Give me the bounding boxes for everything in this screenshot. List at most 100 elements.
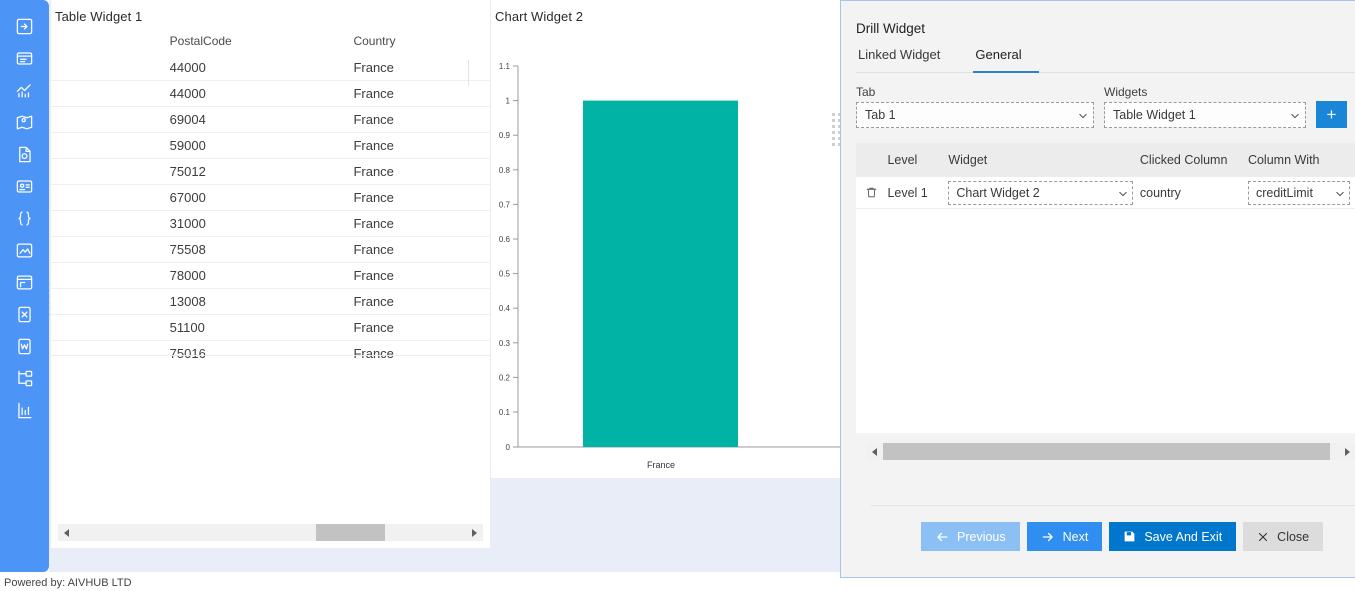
left-toolbar <box>0 0 49 572</box>
arrow-left-icon <box>937 532 948 541</box>
id-card-icon[interactable] <box>9 170 41 202</box>
cell-blank <box>51 55 170 81</box>
map-icon[interactable] <box>9 106 41 138</box>
save-and-exit-button[interactable]: Save And Exit <box>1109 522 1237 551</box>
table-row[interactable]: 75012 France <box>51 158 490 185</box>
word-icon[interactable] <box>9 330 41 362</box>
widgets-select[interactable]: Table Widget 1 <box>1104 102 1306 128</box>
row-column-with-select[interactable]: creditLimit <box>1247 180 1350 205</box>
save-and-exit-button-label: Save And Exit <box>1144 529 1223 544</box>
bar-france[interactable] <box>583 100 738 447</box>
svg-text:1: 1 <box>506 97 511 106</box>
table-header-row: PostalCode Country <box>51 30 490 55</box>
svg-text:0.4: 0.4 <box>499 304 511 313</box>
table-row[interactable]: 31000 France <box>51 210 490 237</box>
row-widget-cell: Chart Widget 2 <box>948 180 1140 205</box>
arrow-right-icon <box>1042 532 1053 541</box>
bar-stats-icon[interactable] <box>9 394 41 426</box>
layout-icon[interactable] <box>9 42 41 74</box>
row-widget-select[interactable]: Chart Widget 2 <box>948 180 1134 205</box>
grid-header-level: Level <box>887 153 918 167</box>
export-icon[interactable] <box>9 10 41 42</box>
level-label: Level 1 <box>887 185 928 200</box>
row-clicked-column-value: country <box>1139 185 1181 200</box>
previous-button[interactable]: Previous <box>921 522 1020 551</box>
x-tick-label-france: France <box>647 460 675 470</box>
delete-level-button[interactable] <box>856 186 887 199</box>
scroll-left-arrow[interactable] <box>866 443 883 460</box>
table-row[interactable]: 13008 France <box>51 288 490 315</box>
table-row[interactable]: 75508 France <box>51 236 490 263</box>
cell-country: France <box>353 106 490 133</box>
trash-icon <box>866 187 877 198</box>
analytics-icon[interactable] <box>9 74 41 106</box>
drill-grid-row: Level 1 Chart Widget 2 country creditLim… <box>856 177 1355 209</box>
cell-postalcode: 13008 <box>169 288 354 315</box>
document-check-icon[interactable] <box>9 138 41 170</box>
cell-country: France <box>353 184 490 211</box>
chart-plot-area: 1.1 1 0.9 0.8 0.7 0.6 0.5 0.4 0.3 0.2 0.… <box>491 30 840 476</box>
cell-country: France <box>353 262 490 289</box>
column-header-country[interactable]: Country <box>353 30 490 55</box>
excel-icon[interactable] <box>9 298 41 330</box>
table-row[interactable]: 44000 France <box>51 80 490 107</box>
widgets-select-value: Table Widget 1 <box>1113 108 1196 122</box>
previous-button-label: Previous <box>957 529 1006 544</box>
add-level-button[interactable]: + <box>1316 101 1347 128</box>
row-widget-value: Chart Widget 2 <box>956 185 1040 200</box>
app-root: Table Widget 1 PostalCode Country 44000 F… <box>0 0 1355 591</box>
drill-grid-horizontal-scrollbar[interactable] <box>866 443 1355 460</box>
drill-fields-row: Tab Tab 1 Widgets Table Widget 1 + <box>856 73 1355 128</box>
table-row[interactable]: 78000 France <box>51 262 490 289</box>
row-column-with-value: creditLimit <box>1255 185 1313 200</box>
image-chart-icon[interactable] <box>9 234 41 266</box>
cell-blank <box>51 236 170 263</box>
close-button[interactable]: Close <box>1243 522 1324 551</box>
column-header-postalcode[interactable]: PostalCode <box>170 30 354 55</box>
scrollbar-track[interactable] <box>75 524 466 541</box>
scrollbar-thumb[interactable] <box>316 524 385 541</box>
cell-country: France <box>353 210 490 237</box>
cell-postalcode: 69004 <box>169 106 354 133</box>
window-icon[interactable] <box>9 266 41 298</box>
data-table: PostalCode Country 44000 France 44000 Fran… <box>51 30 490 366</box>
table-widget-title: Table Widget 1 <box>55 9 143 24</box>
header-divider <box>468 60 469 86</box>
grid-header-column-with: Column With <box>1247 153 1320 167</box>
cell-blank <box>51 314 170 341</box>
tab-select[interactable]: Tab 1 <box>856 102 1094 128</box>
scrollbar-thumb[interactable] <box>883 443 1330 460</box>
cell-country: France <box>353 340 490 366</box>
cell-postalcode: 44000 <box>169 80 354 107</box>
bar-chart-svg: 1.1 1 0.9 0.8 0.7 0.6 0.5 0.4 0.3 0.2 0.… <box>499 62 840 470</box>
tab-linked-widget[interactable]: Linked Widget <box>856 44 957 73</box>
cell-country: France <box>353 158 490 185</box>
scroll-right-arrow[interactable] <box>466 524 483 541</box>
scroll-right-arrow[interactable] <box>1339 443 1355 460</box>
scroll-left-arrow[interactable] <box>58 524 75 541</box>
scrollbar-track[interactable] <box>883 443 1339 460</box>
svg-text:0.1: 0.1 <box>499 408 511 417</box>
widgets-field-group: Widgets Table Widget 1 <box>1104 85 1306 128</box>
braces-icon[interactable] <box>9 202 41 234</box>
cell-postalcode: 51100 <box>169 314 354 341</box>
table-horizontal-scrollbar[interactable] <box>58 524 483 541</box>
table-row[interactable]: 67000 France <box>51 184 490 211</box>
hierarchy-icon[interactable] <box>9 362 41 394</box>
table-row[interactable]: 69004 France <box>51 106 490 133</box>
table-row[interactable]: 59000 France <box>51 132 490 159</box>
cell-blank <box>51 80 170 107</box>
cell-blank <box>51 132 170 159</box>
table-row[interactable]: 44000 France <box>51 55 490 81</box>
cell-postalcode: 44000 <box>169 60 206 75</box>
table-row[interactable]: 51100 France <box>51 314 490 341</box>
tab-select-value: Tab 1 <box>865 108 896 122</box>
next-button[interactable]: Next <box>1026 522 1103 551</box>
close-button-label: Close <box>1277 529 1310 544</box>
table-row[interactable]: 75016 France <box>51 340 490 366</box>
cell-country: France <box>353 80 490 107</box>
close-icon <box>1259 532 1268 541</box>
grid-header-clicked-column: Clicked Column <box>1139 153 1228 167</box>
column-header-blank[interactable] <box>51 30 170 55</box>
tab-general[interactable]: General <box>973 44 1039 73</box>
